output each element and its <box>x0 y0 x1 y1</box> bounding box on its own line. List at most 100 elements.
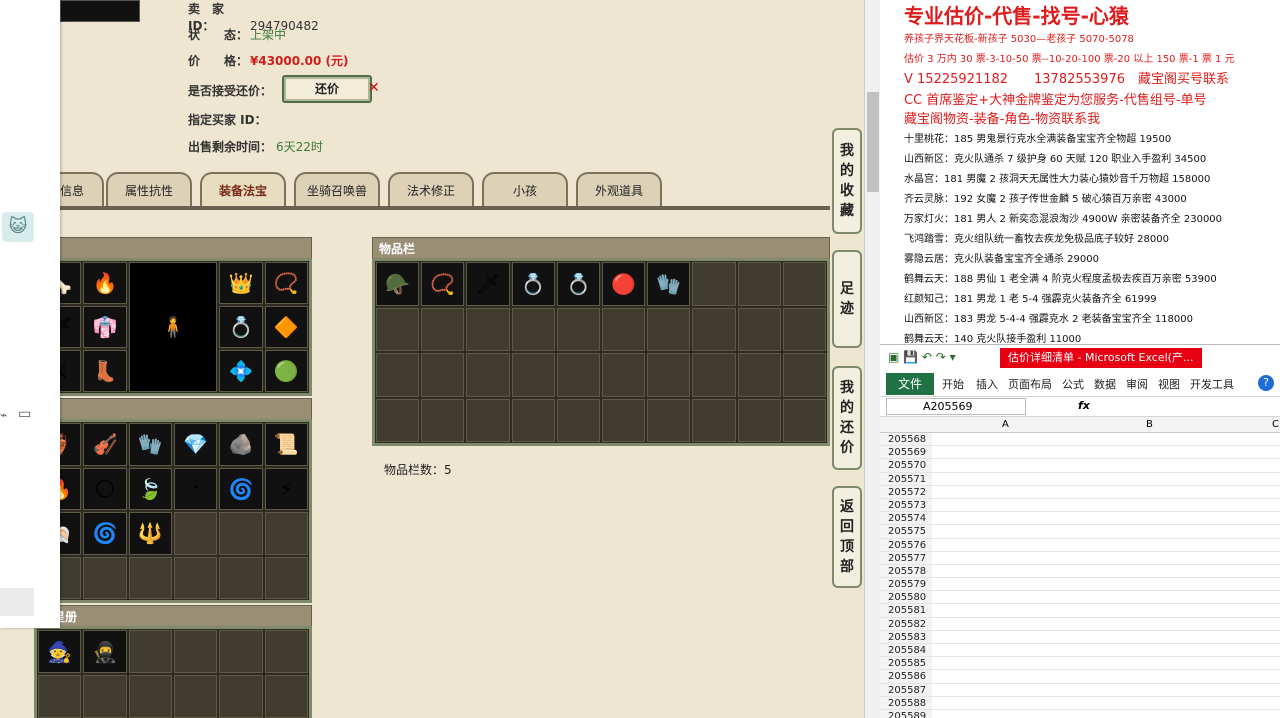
tab-appearance[interactable]: 外观道具 <box>576 172 662 208</box>
treasure-slot[interactable]: 🧤 <box>128 423 172 466</box>
tab-divider <box>60 206 830 210</box>
ribbon-tab-layout[interactable]: 页面布局 <box>1008 376 1052 392</box>
page-scrollbar[interactable] <box>864 0 880 718</box>
inventory-slot[interactable]: 🗡 <box>466 262 510 306</box>
equip-slot[interactable]: 👘 <box>83 306 127 348</box>
name-box[interactable]: A205569 <box>886 398 1026 415</box>
row-number[interactable]: 205570 <box>880 459 1280 473</box>
inventory-slot[interactable]: 📿 <box>421 262 465 306</box>
tab-spells[interactable]: 法术修正 <box>388 172 474 208</box>
counter-offer-button[interactable]: 还价 <box>282 75 372 103</box>
treasure-slot[interactable]: 🌀 <box>83 512 127 555</box>
row-number[interactable]: 205572 <box>880 485 1280 499</box>
row-number[interactable]: 205585 <box>880 657 1280 671</box>
column-header-c[interactable]: C <box>1272 419 1279 430</box>
row-number[interactable]: 205580 <box>880 591 1280 605</box>
tab-children[interactable]: 小孩 <box>482 172 568 208</box>
row-number[interactable]: 205573 <box>880 498 1280 513</box>
back-to-top-button[interactable]: 返回顶部 <box>832 486 862 588</box>
notes-line: 水晶宫：181 男魔 2 孩洞天无属性大力装心猿妙音千万物超 158000 <box>904 174 1211 185</box>
equip-slot[interactable]: 🔶 <box>264 306 308 348</box>
row-number[interactable]: 205575 <box>880 525 1280 539</box>
empty-slot <box>128 556 172 599</box>
ribbon-tab-file[interactable]: 文件 <box>886 373 934 395</box>
ribbon-tab-developer[interactable]: 开发工具 <box>1190 376 1234 392</box>
xingce-slot[interactable]: 🧙 <box>38 630 82 673</box>
my-favorites-button[interactable]: 我的收藏 <box>832 128 862 234</box>
row-number[interactable]: 205582 <box>880 617 1280 631</box>
scrollbar-thumb[interactable] <box>867 92 879 192</box>
inventory-slot[interactable]: 🧤 <box>647 262 691 306</box>
empty-slot <box>421 353 465 397</box>
tab-attributes[interactable]: 属性抗性 <box>106 172 192 208</box>
equip-slot[interactable]: 🔥 <box>83 262 127 304</box>
treasure-slot[interactable]: 🍃 <box>128 467 172 510</box>
avatar[interactable]: 😺 <box>2 212 34 242</box>
column-headers: A B C <box>880 417 1280 433</box>
inventory-grid: 🪖 📿 🗡 💍 💍 🔴 🧤 <box>372 258 830 446</box>
row-number[interactable]: 205581 <box>880 604 1280 618</box>
treasure-slot[interactable]: 🕯 <box>173 467 218 510</box>
video-icon[interactable]: ▭ <box>18 406 31 422</box>
equip-slot[interactable]: 💠 <box>219 350 263 392</box>
ribbon-tab-review[interactable]: 审阅 <box>1126 376 1148 392</box>
row-number[interactable]: 205586 <box>880 670 1280 684</box>
inventory-slot[interactable]: 🔴 <box>602 262 646 306</box>
empty-slot <box>602 307 646 351</box>
treasure-slot[interactable]: 💎 <box>173 423 218 466</box>
treasure-slot[interactable]: 🪨 <box>219 423 263 466</box>
notes-line: 藏宝阁物资-装备-角色-物资联系我 <box>904 112 1101 127</box>
treasure-slot[interactable]: 🔱 <box>128 512 172 555</box>
selected-chat[interactable] <box>0 588 34 616</box>
ribbon-tab-insert[interactable]: 插入 <box>976 376 998 392</box>
close-icon[interactable]: ✕ <box>368 80 380 96</box>
row-number[interactable]: 205584 <box>880 644 1280 658</box>
ribbon-tab-home[interactable]: 开始 <box>942 376 964 392</box>
treasure-slot[interactable]: 🌀 <box>219 467 263 510</box>
excel-logo-icon: ▣ 💾 ↶ ↷ ▾ <box>888 350 956 364</box>
treasure-grid: 🏺 🎻 🧤 💎 🪨 📜 🔥 🌕 🍃 🕯 🌀 ⚡ 🐚 🌀 🔱 <box>34 419 312 603</box>
function-icon[interactable]: fx <box>1078 399 1090 412</box>
row-number[interactable]: 205579 <box>880 578 1280 592</box>
inventory-slot[interactable]: 💍 <box>511 262 555 306</box>
my-offers-button[interactable]: 我的还价 <box>832 366 862 470</box>
treasure-slot[interactable]: 📜 <box>264 423 308 466</box>
link-icon[interactable]: ⌁ <box>0 408 7 422</box>
game-window: 卖 家 ID： 294790482 状 态： 上架中 价 格： ¥43000.00 (… <box>0 0 880 718</box>
treasure-slot[interactable]: ⚡ <box>264 467 308 510</box>
row-number[interactable]: 205576 <box>880 538 1280 552</box>
equip-slot[interactable]: 🟢 <box>264 350 308 392</box>
equip-slot[interactable]: 👑 <box>219 262 263 304</box>
empty-slot <box>602 353 646 397</box>
row-number[interactable]: 205571 <box>880 472 1280 486</box>
ribbon-tab-view[interactable]: 视图 <box>1158 376 1180 392</box>
tab-equipment[interactable]: 装备法宝 <box>200 172 286 208</box>
ribbon-tab-formulas[interactable]: 公式 <box>1062 376 1084 392</box>
row-number[interactable]: 205577 <box>880 551 1280 565</box>
ribbon-tab-data[interactable]: 数据 <box>1094 376 1116 392</box>
footprint-button[interactable]: 足迹 <box>832 250 862 348</box>
inventory-slot[interactable]: 💍 <box>556 262 600 306</box>
equip-slot[interactable]: 👢 <box>83 350 127 392</box>
help-icon[interactable]: ? <box>1258 375 1274 391</box>
xingce-slot[interactable]: 🥷 <box>83 630 127 673</box>
empty-slot <box>556 307 600 351</box>
row-number[interactable]: 205574 <box>880 512 1280 526</box>
row-number[interactable]: 205587 <box>880 683 1280 697</box>
row-number[interactable]: 205589 <box>880 709 1280 718</box>
equip-slot[interactable]: 📿 <box>264 262 308 304</box>
row-number[interactable]: 205569 <box>880 446 1280 460</box>
character-thumbnail[interactable] <box>60 0 140 22</box>
column-header-a[interactable]: A <box>1002 419 1009 430</box>
treasure-slot[interactable]: 🎻 <box>83 423 127 466</box>
column-header-b[interactable]: B <box>1146 419 1153 430</box>
empty-slot <box>737 307 781 351</box>
tab-mounts-pets[interactable]: 坐骑召唤兽 <box>294 172 380 208</box>
inventory-slot[interactable]: 🪖 <box>376 262 420 306</box>
row-number[interactable]: 205578 <box>880 564 1280 579</box>
row-number[interactable]: 205588 <box>880 696 1280 710</box>
row-number[interactable]: 205568 <box>880 433 1280 447</box>
treasure-slot[interactable]: 🌕 <box>83 467 127 510</box>
equip-slot[interactable]: 💍 <box>219 306 263 348</box>
row-number[interactable]: 205583 <box>880 630 1280 644</box>
